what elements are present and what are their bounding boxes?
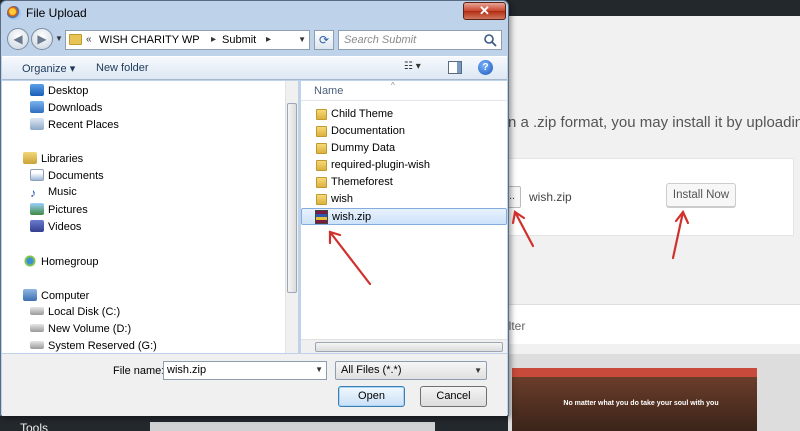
- sort-indicator-icon: ^: [391, 81, 395, 90]
- folder-icon: [316, 126, 327, 137]
- drive-icon: [30, 341, 44, 349]
- help-icon[interactable]: ?: [478, 60, 493, 75]
- install-now-button[interactable]: Install Now: [666, 183, 736, 207]
- folder-icon: [316, 143, 327, 154]
- nav-item-desktop[interactable]: Desktop: [30, 84, 88, 97]
- preview-pane-icon[interactable]: [448, 61, 462, 74]
- address-dropdown-icon[interactable]: ▼: [298, 35, 306, 44]
- nav-item-homegroup[interactable]: Homegroup: [23, 255, 98, 268]
- wp-upload-theme-page: n a .zip format, you may install it by u…: [503, 16, 800, 431]
- root-chevron[interactable]: «: [86, 34, 92, 45]
- file-type-value: All Files (*.*): [341, 364, 402, 376]
- nav-item-computer[interactable]: Computer: [23, 289, 89, 302]
- organize-menu[interactable]: Organize ▾: [22, 62, 75, 75]
- file-item-wish[interactable]: wish: [301, 191, 507, 208]
- drive-icon: [30, 324, 44, 332]
- file-name-label: File name:: [113, 365, 165, 377]
- breadcrumb-separator[interactable]: ▸: [266, 34, 271, 45]
- downloads-icon: [30, 101, 44, 113]
- breadcrumb-separator[interactable]: ▸: [211, 34, 216, 45]
- forward-button[interactable]: ▶: [31, 28, 53, 50]
- tools-menu-item[interactable]: Tools: [20, 421, 48, 431]
- change-view-icon[interactable]: ☷ ▾: [404, 61, 434, 75]
- firefox-icon: [7, 6, 21, 20]
- file-item-required-plugin-wish[interactable]: required-plugin-wish: [301, 157, 507, 174]
- search-icon[interactable]: [483, 33, 497, 47]
- pictures-icon: [30, 203, 44, 215]
- documents-icon: [30, 169, 44, 181]
- upload-form: .. wish.zip Install Now: [503, 158, 794, 236]
- folder-icon: [316, 160, 327, 171]
- breadcrumb-wish-charity-wp[interactable]: WISH CHARITY WP: [99, 34, 200, 46]
- file-name-combobox[interactable]: ▼: [163, 361, 327, 380]
- horizontal-scrollbar-thumb[interactable]: [315, 342, 503, 352]
- column-header-row: ^ Name: [301, 81, 507, 101]
- nav-scrollbar[interactable]: [285, 81, 298, 353]
- search-input[interactable]: Search Submit: [344, 34, 416, 46]
- drive-icon: [30, 307, 44, 315]
- computer-icon: [23, 289, 37, 301]
- nav-item-recent-places[interactable]: Recent Places: [30, 118, 119, 131]
- nav-item-system-reserved-g[interactable]: System Reserved (G:): [30, 340, 157, 352]
- file-item-dummy-data[interactable]: Dummy Data: [301, 140, 507, 157]
- breadcrumb-submit[interactable]: Submit: [222, 34, 256, 46]
- file-item-child-theme[interactable]: Child Theme: [301, 106, 507, 123]
- libraries-icon: [23, 152, 37, 164]
- command-toolbar: Organize ▾ New folder ☷ ▾ ?: [2, 56, 507, 80]
- nav-item-pictures[interactable]: Pictures: [30, 203, 88, 216]
- back-button[interactable]: ◀: [7, 28, 29, 50]
- column-header-name[interactable]: Name: [314, 85, 343, 97]
- folder-icon: [316, 109, 327, 120]
- file-list-pane: ^ Name Child Theme Documentation Dummy D…: [301, 81, 507, 353]
- upload-help-text: n a .zip format, you may install it by u…: [508, 114, 800, 131]
- homegroup-icon: [23, 255, 37, 267]
- theme-caption: No matter what you do take your soul wit…: [563, 400, 719, 407]
- file-list-horizontal-scrollbar[interactable]: [301, 339, 507, 353]
- open-button[interactable]: Open: [338, 386, 405, 407]
- chosen-file-name: wish.zip: [529, 190, 572, 204]
- zip-archive-icon: [315, 210, 328, 224]
- nav-item-libraries[interactable]: Libraries: [23, 152, 83, 165]
- cancel-button[interactable]: Cancel: [420, 386, 487, 407]
- nav-item-music[interactable]: ♪ Music: [30, 186, 77, 199]
- theme-filter-bar: ilter: [506, 304, 800, 344]
- file-item-themeforest[interactable]: Themeforest: [301, 174, 507, 191]
- close-button[interactable]: ✕: [463, 2, 506, 20]
- music-icon: ♪: [30, 186, 36, 200]
- folder-icon: [69, 34, 82, 45]
- nav-scrollbar-thumb[interactable]: [287, 103, 297, 293]
- file-type-select[interactable]: All Files (*.*) ▼: [335, 361, 487, 380]
- file-name-input[interactable]: [167, 364, 307, 376]
- file-selection-footer: File name: ▼ All Files (*.*) ▼ Open Canc…: [2, 354, 507, 416]
- dialog-titlebar[interactable]: File Upload ✕: [1, 1, 508, 25]
- recent-locations-dropdown[interactable]: ▼: [55, 34, 63, 43]
- chevron-down-icon[interactable]: ▼: [315, 365, 323, 374]
- file-item-documentation[interactable]: Documentation: [301, 123, 507, 140]
- videos-icon: [30, 220, 44, 232]
- nav-item-videos[interactable]: Videos: [30, 220, 81, 233]
- dialog-title: File Upload: [26, 6, 87, 20]
- navigation-pane: Desktop Downloads Recent Places Librarie…: [2, 81, 298, 353]
- theme-screenshot: No matter what you do take your soul wit…: [512, 368, 757, 431]
- file-item-wish-zip[interactable]: wish.zip: [301, 208, 507, 225]
- file-upload-dialog: File Upload ✕ ◀ ▶ ▼ « WISH CHARITY WP ▸ …: [0, 0, 509, 416]
- recent-places-icon: [30, 118, 44, 130]
- address-bar[interactable]: « WISH CHARITY WP ▸ Submit ▸ ▼: [65, 30, 310, 50]
- new-folder-button[interactable]: New folder: [96, 62, 149, 74]
- folder-icon: [316, 177, 327, 188]
- chevron-down-icon[interactable]: ▼: [474, 366, 482, 375]
- nav-item-documents[interactable]: Documents: [30, 169, 104, 182]
- nav-item-downloads[interactable]: Downloads: [30, 101, 102, 114]
- desktop-icon: [30, 84, 44, 96]
- folder-icon: [316, 194, 327, 205]
- theme-card[interactable]: No matter what you do take your soul wit…: [508, 354, 800, 431]
- address-row: ◀ ▶ ▼ « WISH CHARITY WP ▸ Submit ▸ ▼ ⟳ S…: [1, 26, 508, 54]
- refresh-button[interactable]: ⟳: [314, 30, 334, 50]
- wp-content-edge: [150, 422, 435, 431]
- nav-item-new-volume-d[interactable]: New Volume (D:): [30, 323, 131, 335]
- nav-item-local-disk-c[interactable]: Local Disk (C:): [30, 306, 120, 318]
- search-box[interactable]: Search Submit: [338, 30, 502, 50]
